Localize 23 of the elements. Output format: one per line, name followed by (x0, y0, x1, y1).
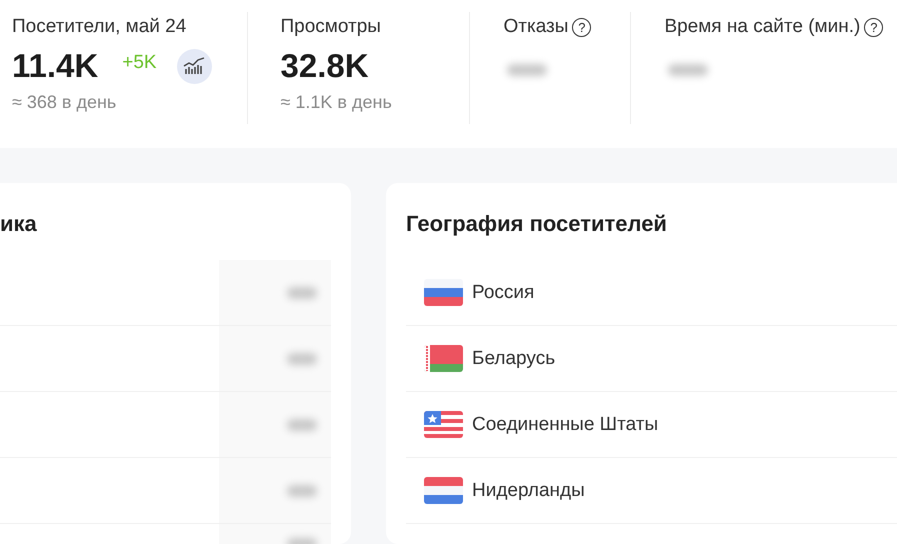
card-title: ика (0, 210, 38, 238)
stat-label: Отказы (503, 16, 568, 38)
delta-value: +5K (122, 52, 157, 74)
flag-icon (424, 279, 463, 306)
chart-icon (183, 57, 206, 75)
stat-label: Время на сайте (мин.) (664, 16, 860, 38)
card-title: География посетителей (406, 210, 668, 238)
flag-icon (424, 411, 463, 438)
chart-button[interactable] (176, 48, 212, 84)
stat-subtitle: ≈ 1.1K в день (280, 92, 393, 113)
country-name: Соединенные Штаты (472, 414, 658, 436)
help-icon[interactable]: ? (572, 18, 592, 36)
country-name: Россия (472, 282, 534, 304)
flag-icon (424, 477, 463, 504)
stat-subtitle: ≈ 368 в день (12, 92, 118, 113)
stat-label: Просмотры (280, 16, 381, 38)
stat-value: 11.4K (12, 47, 98, 85)
stat-value: 32.8K (280, 47, 369, 85)
stat-label: Посетители, май 24 (12, 16, 186, 38)
country-name: Беларусь (472, 348, 556, 370)
flag-icon (424, 345, 463, 372)
help-icon[interactable]: ? (864, 18, 884, 36)
country-name: Нидерланды (472, 480, 585, 502)
